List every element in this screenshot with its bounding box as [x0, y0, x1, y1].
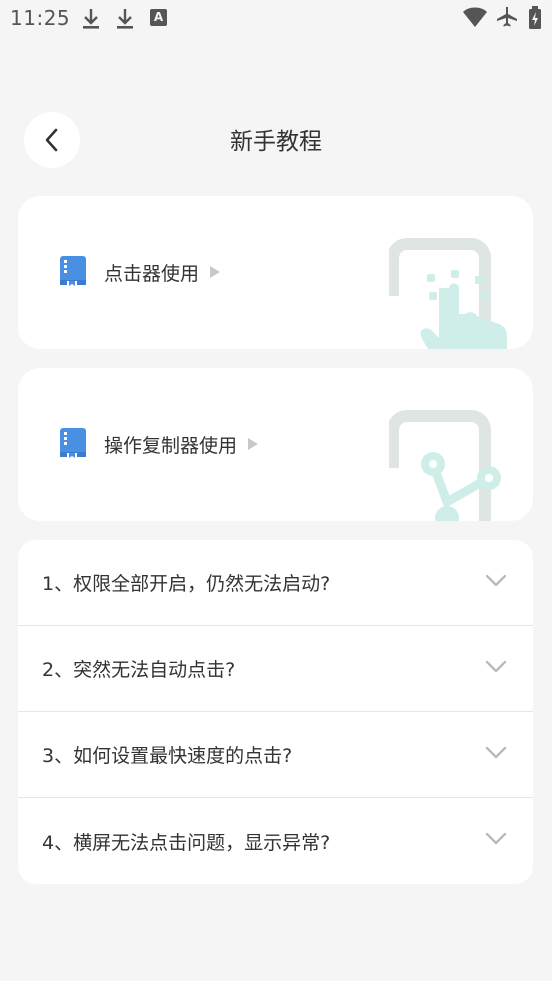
- book-icon: [60, 256, 86, 289]
- tutorial-card-copier[interactable]: 操作复制器使用: [18, 368, 533, 521]
- card-label-row: 操作复制器使用: [58, 426, 259, 462]
- page-title: 新手教程: [230, 129, 322, 155]
- chevron-down-icon: [485, 746, 507, 759]
- status-bar: 11:25 A: [0, 0, 552, 38]
- status-time: 11:25: [10, 6, 71, 30]
- faq-item[interactable]: 2、突然无法自动点击?: [18, 626, 533, 712]
- text-a-icon: A: [150, 9, 167, 26]
- share-nodes-illustration: [389, 410, 501, 521]
- chevron-down-icon: [485, 832, 507, 845]
- faq-question: 3、如何设置最快速度的点击?: [42, 745, 293, 767]
- chevron-down-icon: [485, 660, 507, 673]
- book-icon: [60, 428, 86, 461]
- tap-hand-illustration: [389, 238, 507, 349]
- play-arrow-icon: [248, 438, 259, 450]
- card-label-row: 点击器使用: [58, 254, 221, 290]
- faq-question: 4、横屏无法点击问题，显示异常?: [42, 831, 331, 854]
- faq-list: 1、权限全部开启，仍然无法启动? 2、突然无法自动点击? 3、如何设置最快速度的…: [18, 540, 533, 884]
- header: 新手教程: [0, 110, 552, 168]
- faq-item[interactable]: 1、权限全部开启，仍然无法启动?: [18, 540, 533, 626]
- card-label: 点击器使用: [104, 262, 200, 285]
- wifi-icon: [463, 7, 487, 27]
- battery-charging-icon: [529, 6, 541, 29]
- tutorial-card-clicker[interactable]: 点击器使用: [18, 196, 533, 349]
- faq-item[interactable]: 3、如何设置最快速度的点击?: [18, 712, 533, 798]
- faq-item[interactable]: 4、横屏无法点击问题，显示异常?: [18, 798, 533, 884]
- airplane-icon: [497, 7, 517, 27]
- faq-question: 2、突然无法自动点击?: [42, 659, 236, 681]
- play-arrow-icon: [210, 266, 221, 278]
- card-label: 操作复制器使用: [104, 434, 238, 457]
- download-icon: [117, 9, 133, 29]
- faq-question: 1、权限全部开启，仍然无法启动?: [42, 573, 331, 595]
- download-icon: [83, 9, 99, 29]
- chevron-down-icon: [485, 574, 507, 587]
